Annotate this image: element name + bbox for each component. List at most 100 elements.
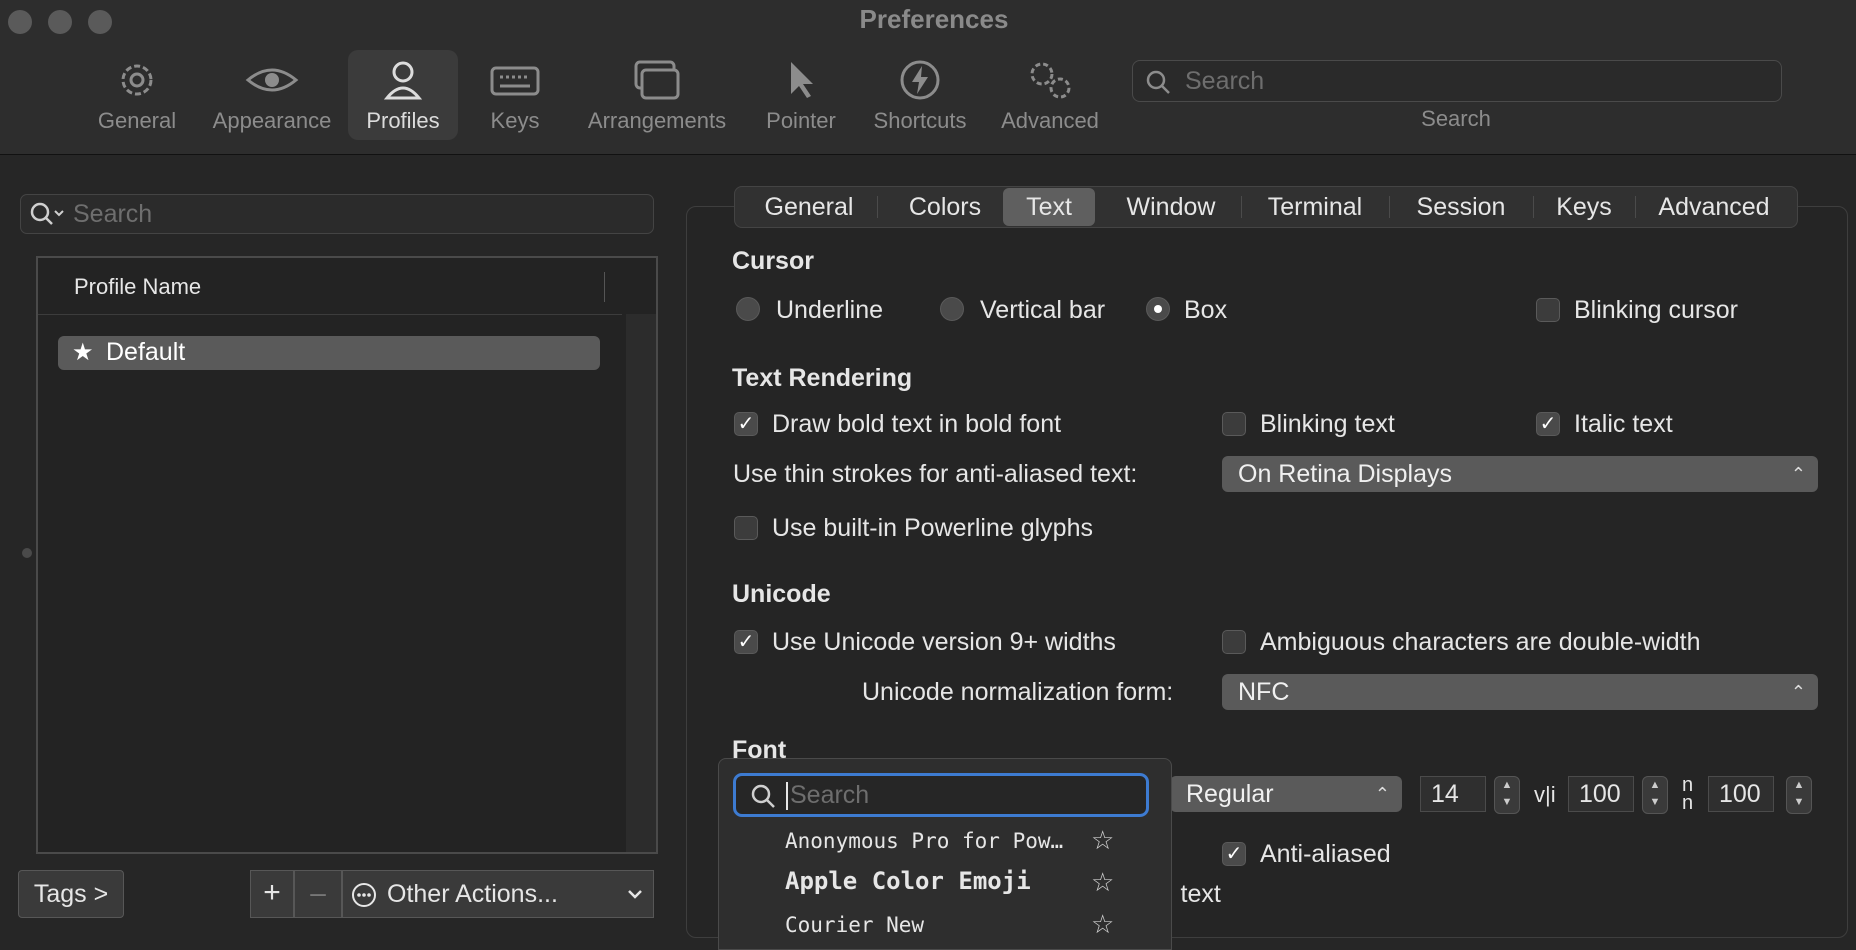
partial-label: l text <box>1168 880 1221 908</box>
eye-icon <box>245 68 299 92</box>
star-outline-icon[interactable]: ☆ <box>1091 867 1114 898</box>
toolbar-arrangements[interactable]: Arrangements <box>580 50 734 140</box>
blinking-cursor-checkbox[interactable] <box>1536 298 1560 322</box>
tab-keys[interactable]: Keys <box>1535 187 1633 227</box>
tab-separator <box>877 196 878 218</box>
vertical-spacing-field[interactable]: 100 <box>1568 776 1634 812</box>
unicode-widths-checkbox[interactable]: ✓ <box>734 630 758 654</box>
toolbar-pointer[interactable]: Pointer <box>758 50 844 140</box>
blinking-text-label[interactable]: Blinking text <box>1260 410 1395 439</box>
toolbar-label: Arrangements <box>587 108 727 133</box>
remove-profile-button[interactable]: – <box>294 870 342 918</box>
split-handle[interactable] <box>22 548 32 558</box>
unicode-widths-label[interactable]: Use Unicode version 9+ widths <box>772 628 1116 657</box>
radio-underline-label[interactable]: Underline <box>776 296 883 325</box>
text-cursor <box>786 782 788 810</box>
font-size-field[interactable]: 14 <box>1420 776 1486 812</box>
add-profile-button[interactable]: + <box>250 870 294 918</box>
chevron-down-icon <box>628 890 642 899</box>
ambiguous-width-label[interactable]: Ambiguous characters are double-width <box>1260 628 1701 657</box>
tab-window[interactable]: Window <box>1101 187 1241 227</box>
toolbar-general[interactable]: General <box>92 50 182 140</box>
bold-font-label[interactable]: Draw bold text in bold font <box>772 410 1061 439</box>
column-divider <box>604 272 605 302</box>
toolbar-label: Shortcuts <box>873 108 967 133</box>
italic-text-label[interactable]: Italic text <box>1574 410 1673 439</box>
toolbar-label: Advanced <box>1001 108 1099 133</box>
bold-font-checkbox[interactable]: ✓ <box>734 412 758 436</box>
font-picker-popover: Search Anonymous Pro for Pow… ☆ Apple Co… <box>718 758 1172 950</box>
font-size-stepper[interactable]: ▲ ▼ <box>1494 776 1520 814</box>
radio-vertical-bar-label[interactable]: Vertical bar <box>980 296 1105 325</box>
horizontal-spacing-field[interactable]: 100 <box>1708 776 1774 812</box>
tab-general[interactable]: General <box>743 187 875 227</box>
anti-aliased-checkbox[interactable]: ✓ <box>1222 842 1246 866</box>
toolbar-profiles[interactable]: Profiles <box>348 50 458 140</box>
toolbar-label: Keys <box>490 108 540 133</box>
font-search-input[interactable]: Search <box>733 773 1149 817</box>
table-header: Profile Name <box>38 258 622 315</box>
normalization-label: Unicode normalization form: <box>862 678 1174 706</box>
table-row[interactable]: ★ Default <box>58 336 600 370</box>
updown-chevron-icon: ⌃ <box>1790 682 1806 702</box>
tab-advanced[interactable]: Advanced <box>1637 187 1791 227</box>
star-outline-icon[interactable]: ☆ <box>1091 909 1114 940</box>
unicode-heading: Unicode <box>732 580 831 608</box>
radio-box-label[interactable]: Box <box>1184 296 1227 325</box>
tab-separator <box>1533 196 1534 218</box>
anti-aliased-label[interactable]: Anti-aliased <box>1260 840 1391 869</box>
blinking-cursor-label[interactable]: Blinking cursor <box>1574 296 1738 325</box>
search-placeholder: Search <box>73 200 153 228</box>
cursor-heading: Cursor <box>732 247 814 275</box>
radio-underline[interactable] <box>736 297 760 321</box>
tab-terminal[interactable]: Terminal <box>1243 187 1387 227</box>
thin-strokes-value: On Retina Displays <box>1238 460 1452 488</box>
toolbar-label: Pointer <box>766 108 836 133</box>
star-icon: ★ <box>72 339 94 366</box>
other-actions-button[interactable]: Other Actions... <box>342 870 654 918</box>
font-list-item[interactable]: Courier New <box>785 913 924 937</box>
radio-vertical-bar[interactable] <box>940 297 964 321</box>
toolbar-shortcuts[interactable]: Shortcuts <box>866 50 974 140</box>
normalization-value: NFC <box>1238 678 1290 706</box>
text-rendering-heading: Text Rendering <box>732 364 913 392</box>
search-placeholder: Search <box>1185 67 1265 95</box>
window-stack-icon <box>634 60 680 100</box>
bolt-icon <box>900 60 940 100</box>
radio-box[interactable] <box>1146 297 1170 321</box>
powerline-label[interactable]: Use built-in Powerline glyphs <box>772 514 1093 543</box>
horizontal-spacing-icon: nn <box>1682 774 1694 814</box>
other-actions-label: Other Actions... <box>387 880 558 908</box>
tab-colors[interactable]: Colors <box>879 187 1011 227</box>
toolbar-label: General <box>97 108 177 133</box>
star-outline-icon[interactable]: ☆ <box>1091 825 1114 856</box>
thin-strokes-popup[interactable]: On Retina Displays ⌃ <box>1222 456 1818 492</box>
powerline-checkbox[interactable] <box>734 516 758 540</box>
blinking-text-checkbox[interactable] <box>1222 412 1246 436</box>
tab-text[interactable]: Text <box>1003 188 1095 226</box>
vertical-spacing-stepper[interactable]: ▲ ▼ <box>1642 776 1668 814</box>
font-list-item[interactable]: Apple Color Emoji <box>785 867 1031 895</box>
pointer-icon <box>791 62 813 98</box>
normalization-popup[interactable]: NFC ⌃ <box>1222 674 1818 710</box>
font-style-popup[interactable]: Regular ⌃ <box>1170 776 1402 812</box>
column-header-profile-name[interactable]: Profile Name <box>74 274 201 300</box>
updown-chevron-icon: ⌃ <box>1374 784 1390 804</box>
profile-search-input[interactable]: Search <box>20 194 654 234</box>
toolbar-keys[interactable]: Keys <box>478 50 552 140</box>
ambiguous-width-checkbox[interactable] <box>1222 630 1246 654</box>
tab-session[interactable]: Session <box>1391 187 1531 227</box>
search-icon <box>751 784 775 808</box>
tags-button[interactable]: Tags > <box>18 870 124 918</box>
toolbar-search-input[interactable]: Search <box>1132 60 1782 102</box>
toolbar-advanced[interactable]: Advanced <box>994 50 1106 140</box>
horizontal-spacing-stepper[interactable]: ▲ ▼ <box>1786 776 1812 814</box>
table-scrollbar[interactable] <box>626 314 656 852</box>
toolbar: Preferences General Appearance Profiles … <box>0 0 1856 155</box>
keyboard-icon <box>490 66 540 96</box>
font-list-item[interactable]: Anonymous Pro for Pow… <box>785 829 1063 853</box>
toolbar-appearance[interactable]: Appearance <box>204 50 340 140</box>
search-icon <box>1146 70 1170 94</box>
italic-text-checkbox[interactable]: ✓ <box>1536 412 1560 436</box>
gear-icon <box>121 64 153 96</box>
